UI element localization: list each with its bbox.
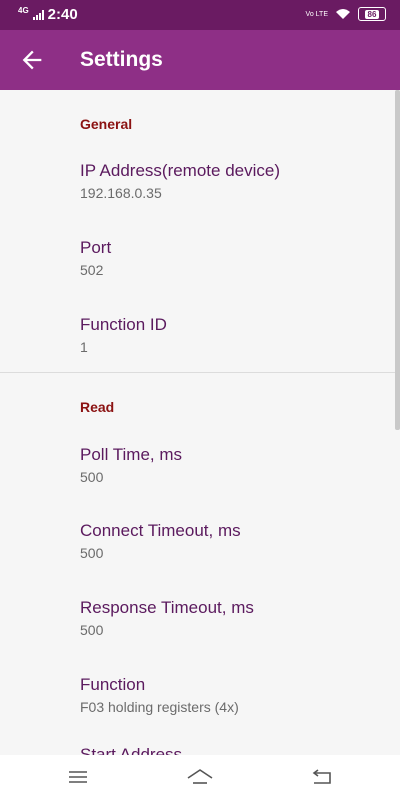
scrollbar[interactable] [395,90,400,430]
menu-icon[interactable] [63,765,93,789]
category-read: Read [80,399,115,415]
back-arrow-icon[interactable] [18,46,46,74]
back-icon[interactable] [306,765,336,789]
battery-icon: 86 [358,7,386,21]
settings-list[interactable]: General IP Address(remote device) 192.16… [0,90,400,755]
battery-level: 86 [364,9,380,19]
signal-icon [32,9,44,20]
status-left: 4G 2:40 [18,6,78,23]
status-right: Vo LTE 86 [306,7,386,21]
volte-indicator: Vo LTE [305,10,328,18]
pref-summary: 500 [80,622,104,638]
network-type: 4G [18,5,29,15]
home-icon[interactable] [185,765,215,789]
pref-title: Start Address [80,745,183,755]
pref-summary: 502 [80,262,104,278]
pref-title: Poll Time, ms [80,445,183,464]
category-general: General [80,116,133,132]
pref-title: IP Address(remote device) [80,161,280,180]
pref-summary: 500 [80,469,104,485]
pref-title: Connect Timeout, ms [80,521,241,540]
pref-title: Function ID [80,315,167,334]
pref-summary: 1 [80,339,88,355]
clock: 2:40 [47,6,78,23]
pref-title: Function [80,675,146,694]
pref-title: Response Timeout, ms [80,598,254,617]
section-divider [0,372,400,373]
navigation-bar [0,755,400,800]
pref-title: Port [80,238,112,257]
wifi-icon [336,9,350,19]
pref-summary: 500 [80,545,104,561]
pref-summary: 192.168.0.35 [80,185,162,201]
app-bar: Settings [0,30,400,90]
status-bar: 4G 2:40 Vo LTE 86 [0,0,400,30]
pref-summary: F03 holding registers (4x) [80,699,239,715]
page-title: Settings [80,48,163,71]
